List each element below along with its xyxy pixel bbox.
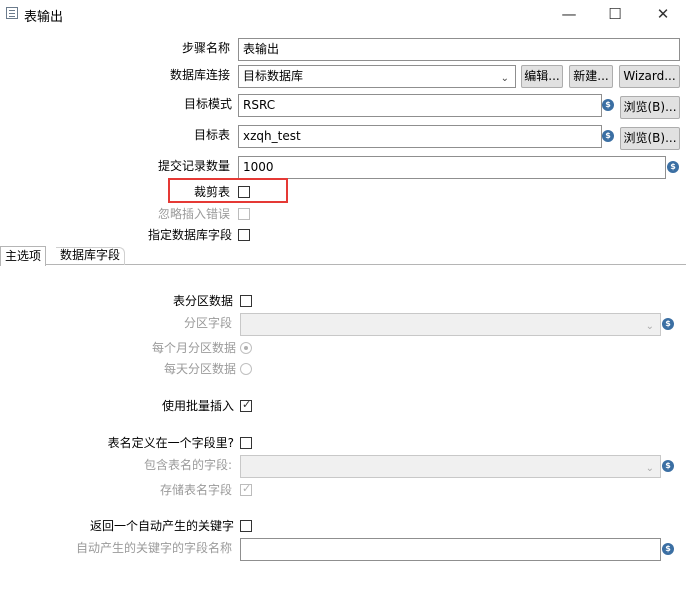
chevron-down-icon: ⌄ xyxy=(500,73,509,84)
step-name-input[interactable]: 表输出 xyxy=(238,38,680,61)
window-title: 表输出 xyxy=(24,10,64,25)
connection-label: 数据库连接 xyxy=(169,68,230,82)
partition-field-select[interactable]: ⌄ xyxy=(240,313,661,336)
specify-fields-label: 指定数据库字段 xyxy=(147,228,232,242)
connection-select[interactable]: 目标数据库 ⌄ xyxy=(238,65,516,88)
daily-partition-radio[interactable] xyxy=(240,363,252,375)
partition-data-checkbox[interactable] xyxy=(240,295,252,307)
browse-table-button[interactable]: 浏览(B)... xyxy=(620,127,680,150)
chevron-down-icon: ⌄ xyxy=(645,463,654,474)
store-table-name-checkbox[interactable]: ✓ xyxy=(240,482,252,496)
title-bar: 表输出 — ☐ ✕ xyxy=(0,0,686,28)
variable-icon[interactable]: $ xyxy=(662,543,674,555)
wizard-button[interactable]: Wizard... xyxy=(619,65,680,88)
step-name-label: 步骤名称 xyxy=(181,41,230,55)
truncate-table-checkbox[interactable] xyxy=(238,186,250,198)
browse-schema-button[interactable]: 浏览(B)... xyxy=(620,96,680,119)
target-schema-label: 目标模式 xyxy=(183,97,232,111)
table-name-field-select[interactable]: ⌄ xyxy=(240,455,661,478)
batch-insert-label: 使用批量插入 xyxy=(161,399,234,413)
key-field-name-label: 自动产生的关键字的字段名称 xyxy=(75,541,232,555)
ignore-errors-label: 忽略插入错误 xyxy=(157,207,230,221)
target-schema-input[interactable]: RSRC xyxy=(238,94,602,117)
target-table-input[interactable]: xzqh_test xyxy=(238,125,602,148)
partition-data-label: 表分区数据 xyxy=(172,294,233,308)
tab-outline xyxy=(56,247,125,265)
variable-icon[interactable]: $ xyxy=(662,318,674,330)
maximize-button[interactable]: ☐ xyxy=(592,0,638,28)
radio-dot xyxy=(244,346,248,350)
edit-connection-button[interactable]: 编辑... xyxy=(521,65,563,88)
connection-value: 目标数据库 xyxy=(243,69,304,83)
close-button[interactable]: ✕ xyxy=(640,0,686,28)
chevron-down-icon: ⌄ xyxy=(645,321,654,332)
specify-fields-checkbox[interactable] xyxy=(238,229,250,241)
table-name-in-field-checkbox[interactable] xyxy=(240,437,252,449)
store-table-name-label: 存储表名字段 xyxy=(159,483,232,497)
truncate-table-label: 裁剪表 xyxy=(193,185,230,199)
check-icon: ✓ xyxy=(242,398,252,411)
target-table-label: 目标表 xyxy=(193,128,230,142)
monthly-partition-label: 每个月分区数据 xyxy=(151,341,236,355)
commit-size-label: 提交记录数量 xyxy=(157,159,230,173)
check-icon: ✓ xyxy=(242,482,252,495)
tab-main-options[interactable]: 主选项 xyxy=(0,246,47,266)
table-name-field-label: 包含表名的字段: xyxy=(143,458,232,472)
ignore-errors-checkbox[interactable] xyxy=(238,208,250,220)
table-output-icon xyxy=(6,7,18,19)
key-field-name-input[interactable] xyxy=(240,538,661,561)
batch-insert-checkbox[interactable]: ✓ xyxy=(240,398,252,412)
table-name-in-field-label: 表名定义在一个字段里? xyxy=(107,436,234,450)
variable-icon[interactable]: $ xyxy=(602,130,614,142)
variable-icon[interactable]: $ xyxy=(662,460,674,472)
commit-size-input[interactable]: 1000 xyxy=(238,156,666,179)
partition-field-label: 分区字段 xyxy=(183,316,232,330)
minimize-button[interactable]: — xyxy=(546,0,592,28)
variable-icon[interactable]: $ xyxy=(602,99,614,111)
daily-partition-label: 每天分区数据 xyxy=(163,362,236,376)
new-connection-button[interactable]: 新建... xyxy=(569,65,613,88)
return-key-label: 返回一个自动产生的关键字 xyxy=(89,519,234,533)
variable-icon[interactable]: $ xyxy=(667,161,679,173)
return-key-checkbox[interactable] xyxy=(240,520,252,532)
monthly-partition-radio[interactable] xyxy=(240,342,252,354)
